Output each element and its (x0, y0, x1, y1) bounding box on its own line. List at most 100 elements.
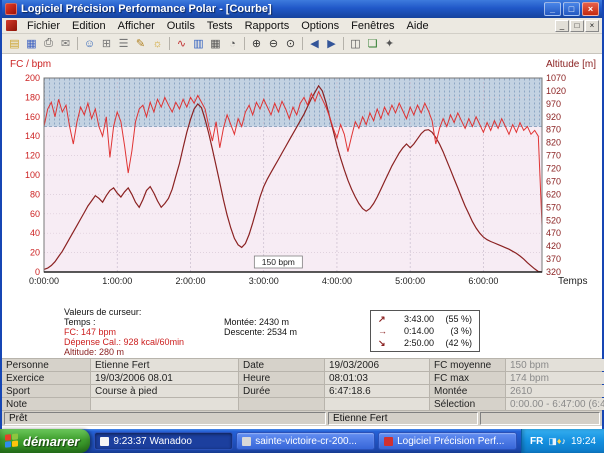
windows-logo-icon (5, 433, 19, 448)
svg-text:720: 720 (546, 164, 561, 174)
svg-text:520: 520 (546, 215, 561, 225)
info-value: Etienne Fert (91, 359, 238, 371)
report-icon[interactable]: ❏ (364, 36, 381, 52)
minimize-button[interactable]: _ (544, 2, 561, 16)
restore-button[interactable]: □ (563, 2, 580, 16)
svg-text:470: 470 (546, 228, 561, 238)
slope-row-flat: →0:14.00(3 %) (378, 326, 472, 336)
ascent-percent: (55 %) (438, 314, 472, 324)
descent-arrow-icon: ↘ (378, 338, 388, 348)
svg-text:180: 180 (25, 92, 40, 102)
task-icon (384, 437, 393, 446)
menu-items: FichierEditionAfficherOutilsTestsRapport… (21, 19, 555, 33)
taskbar-task[interactable]: Logiciel Précision Perf... (378, 432, 517, 450)
svg-text:570: 570 (546, 202, 561, 212)
menu-item-aide[interactable]: Aide (401, 19, 435, 33)
info-label: Sélection (430, 398, 505, 410)
info-label (239, 398, 324, 410)
menu-item-afficher[interactable]: Afficher (112, 19, 161, 33)
status-user-text: Etienne Fert (328, 412, 478, 425)
menu-item-fenêtres[interactable]: Fenêtres (345, 19, 400, 33)
menu-item-fichier[interactable]: Fichier (21, 19, 66, 33)
info-value: 19/03/2006 08.01 (91, 372, 238, 384)
descent-percent: (42 %) (438, 338, 472, 348)
cursor-values-panel: Valeurs de curseur: Temps : FC: 147 bpm … (2, 306, 602, 358)
connection-icon[interactable]: ◨ (548, 436, 557, 446)
cursor-time-label: Temps : (64, 317, 184, 327)
svg-text:5:00:00: 5:00:00 (395, 276, 425, 286)
volume-icon[interactable]: ♪ (561, 436, 566, 446)
taskbar-task[interactable]: sainte-victoire-cr-200... (236, 432, 375, 450)
svg-text:60: 60 (30, 209, 40, 219)
table-view-icon[interactable]: ▦ (207, 36, 224, 52)
menu-item-outils[interactable]: Outils (161, 19, 201, 33)
info-label: Sport (2, 385, 90, 397)
info-value (325, 398, 429, 410)
cursor-calories-value: Dépense Cal.: 928 kcal/60min (64, 337, 184, 347)
application-window: Logiciel Précision Performance Polar - [… (0, 0, 604, 429)
mdi-minimize-button[interactable]: _ (555, 20, 569, 32)
svg-text:140: 140 (25, 131, 40, 141)
training-curve-chart[interactable]: 0204060801001201401601802003203704204705… (2, 54, 604, 306)
start-button[interactable]: démarrer (0, 429, 90, 453)
taskbar-clock[interactable]: 19:24 (571, 436, 596, 447)
info-value: Course à pied (91, 385, 238, 397)
mdi-window-controls: _ □ × (555, 20, 600, 32)
person-icon[interactable]: ☺ (81, 36, 98, 52)
menu-item-rapports[interactable]: Rapports (239, 19, 296, 33)
calendar-icon[interactable]: ⊞ (98, 36, 115, 52)
tips-icon[interactable]: ☼ (149, 36, 166, 52)
close-button[interactable]: × (582, 2, 599, 16)
svg-text:370: 370 (546, 254, 561, 264)
info-value: 6:47:18.6 (325, 385, 429, 397)
lap-times-icon[interactable]: ◔ (224, 36, 241, 52)
info-label: Note (2, 398, 90, 410)
svg-text:870: 870 (546, 125, 561, 135)
svg-text:920: 920 (546, 112, 561, 122)
mdi-close-button[interactable]: × (585, 20, 599, 32)
prev-exercise-icon[interactable]: ◀ (306, 36, 323, 52)
language-indicator[interactable]: FR (530, 436, 543, 447)
menu-bar: FichierEditionAfficherOutilsTestsRapport… (2, 18, 602, 34)
svg-text:770: 770 (546, 151, 561, 161)
exercise-info-table: PersonneEtienne FertDate19/03/2006FC moy… (2, 358, 602, 411)
info-label: Date (239, 359, 324, 371)
open-file-icon[interactable]: ▤ (6, 36, 23, 52)
export-icon[interactable]: ✉ (57, 36, 74, 52)
menu-item-tests[interactable]: Tests (201, 19, 239, 33)
bar-chart-icon[interactable]: ▥ (190, 36, 207, 52)
edit-icon[interactable]: ✎ (132, 36, 149, 52)
zoom-out-icon[interactable]: ⊖ (265, 36, 282, 52)
mdi-restore-button[interactable]: □ (570, 20, 584, 32)
print-icon[interactable]: ⎙ (40, 36, 57, 52)
curve-icon[interactable]: ∿ (173, 36, 190, 52)
info-value: 150 bpm (506, 359, 604, 371)
compare-icon[interactable]: ◫ (347, 36, 364, 52)
taskbar-task[interactable]: 9:23:37 Wanadoo (94, 432, 233, 450)
svg-text:6:00:00: 6:00:00 (468, 276, 498, 286)
svg-text:20: 20 (30, 248, 40, 258)
info-value: 2610 (506, 385, 604, 397)
save-icon[interactable]: ▦ (23, 36, 40, 52)
svg-text:820: 820 (546, 138, 561, 148)
task-label: Logiciel Précision Perf... (397, 436, 504, 447)
diary-icon[interactable]: ☰ (115, 36, 132, 52)
app-icon (5, 3, 17, 15)
status-ready-text: Prêt (4, 412, 326, 425)
svg-text:40: 40 (30, 228, 40, 238)
toolbar-separator (244, 37, 245, 50)
svg-text:670: 670 (546, 176, 561, 186)
menu-item-options[interactable]: Options (295, 19, 345, 33)
info-value: 08:01:03 (325, 372, 429, 384)
menu-item-edition[interactable]: Edition (66, 19, 112, 33)
zoom-reset-icon[interactable]: ⊙ (282, 36, 299, 52)
next-exercise-icon[interactable]: ▶ (323, 36, 340, 52)
svg-text:160: 160 (25, 112, 40, 122)
zoom-in-icon[interactable]: ⊕ (248, 36, 265, 52)
settings-icon[interactable]: ✦ (381, 36, 398, 52)
info-value (91, 398, 238, 410)
taskbar-tasks: 9:23:37 Wanadoosainte-victoire-cr-200...… (90, 429, 521, 453)
info-value: 0:00.00 - 6:47:00 (6:47:00.0) (506, 398, 604, 410)
toolbar-separator (169, 37, 170, 50)
slope-summary-box: ↗3:43.00(55 %)→0:14.00(3 %)↘2:50.00(42 %… (370, 310, 480, 352)
